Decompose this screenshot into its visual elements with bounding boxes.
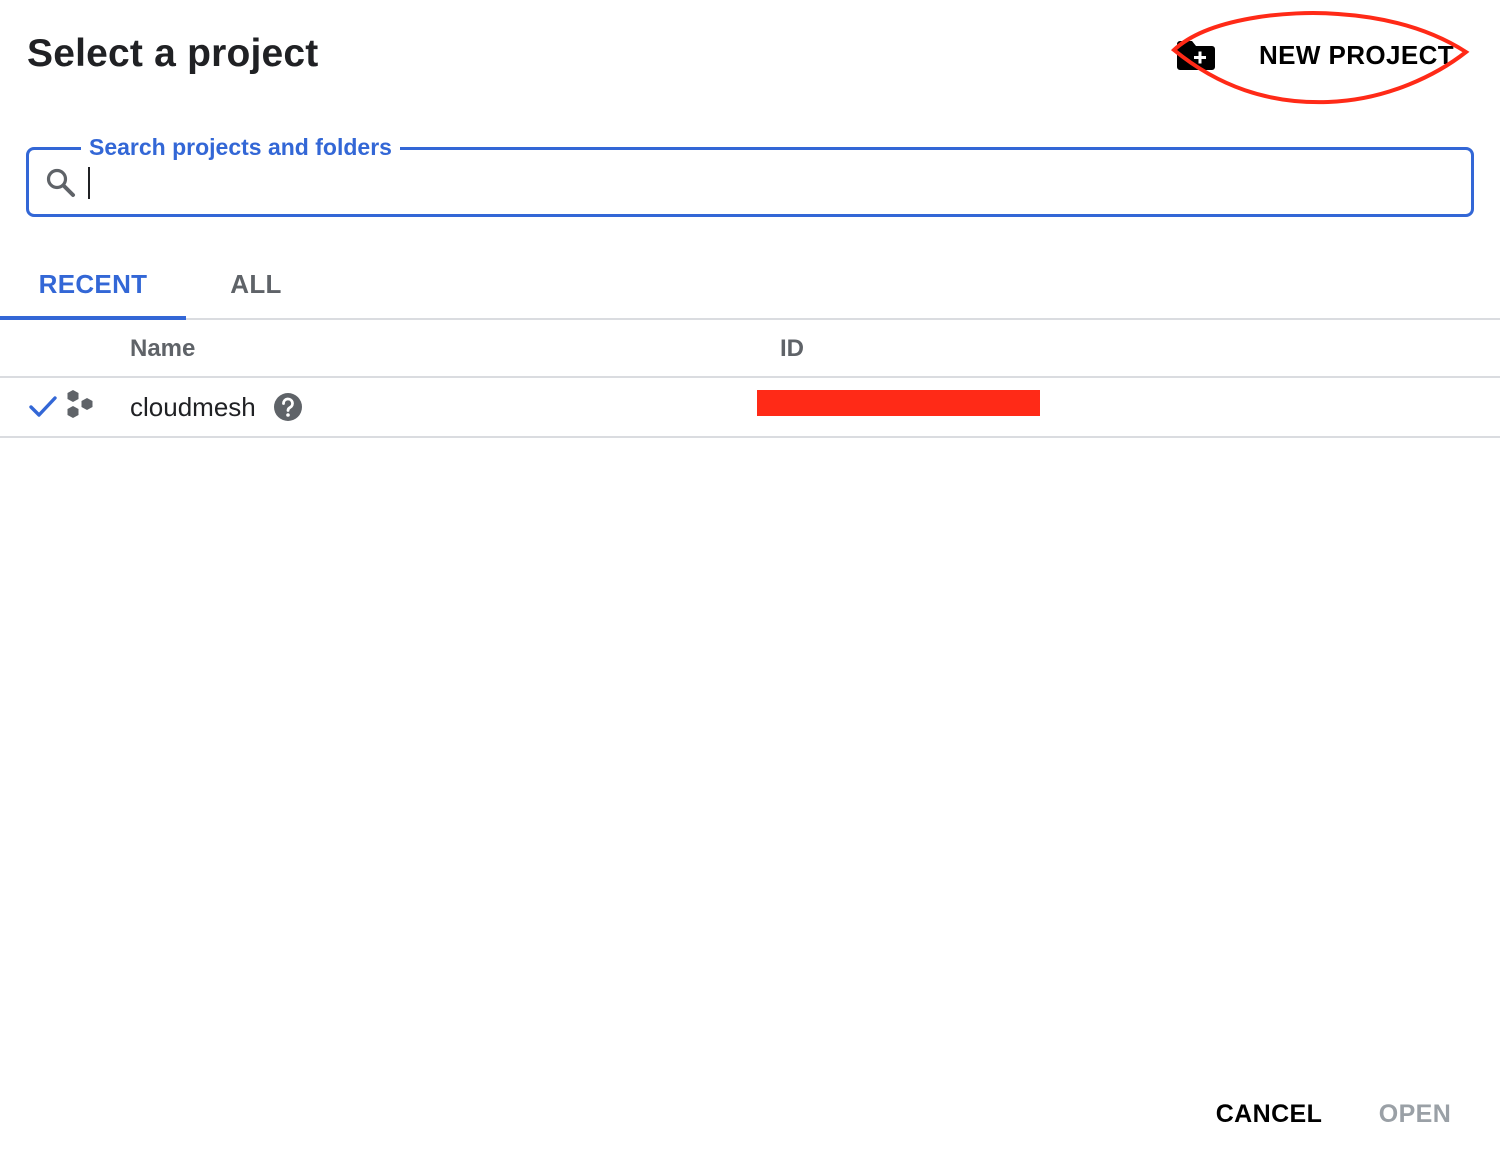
help-icon[interactable] — [273, 392, 303, 422]
project-icon — [67, 390, 93, 418]
text-caret — [88, 167, 90, 199]
table-row[interactable]: cloudmesh — [0, 378, 1500, 438]
redacted-project-id — [757, 390, 1040, 416]
cancel-button[interactable]: CANCEL — [1206, 1090, 1332, 1138]
project-tabs: RECENT ALL — [0, 250, 1500, 320]
project-name: cloudmesh — [130, 392, 256, 422]
open-button[interactable]: OPEN — [1366, 1090, 1464, 1138]
search-field[interactable]: Search projects and folders — [26, 132, 1474, 217]
new-project-label: NEW PROJECT — [1259, 40, 1455, 70]
search-field-label: Search projects and folders — [81, 132, 400, 162]
column-header-id: ID — [780, 335, 804, 362]
search-input[interactable] — [85, 162, 1455, 204]
tab-all[interactable]: ALL — [186, 250, 326, 318]
check-icon — [29, 396, 57, 417]
column-header-name: Name — [130, 335, 196, 362]
table-header: Name ID — [0, 320, 1500, 378]
dialog-title: Select a project — [27, 32, 319, 75]
select-project-dialog: Select a project NEW PROJECT Search proj… — [0, 0, 1500, 1174]
tab-recent[interactable]: RECENT — [0, 250, 186, 320]
search-icon — [46, 168, 75, 197]
new-project-button[interactable]: NEW PROJECT — [1170, 30, 1470, 82]
new-project-folder-icon — [1177, 41, 1215, 70]
